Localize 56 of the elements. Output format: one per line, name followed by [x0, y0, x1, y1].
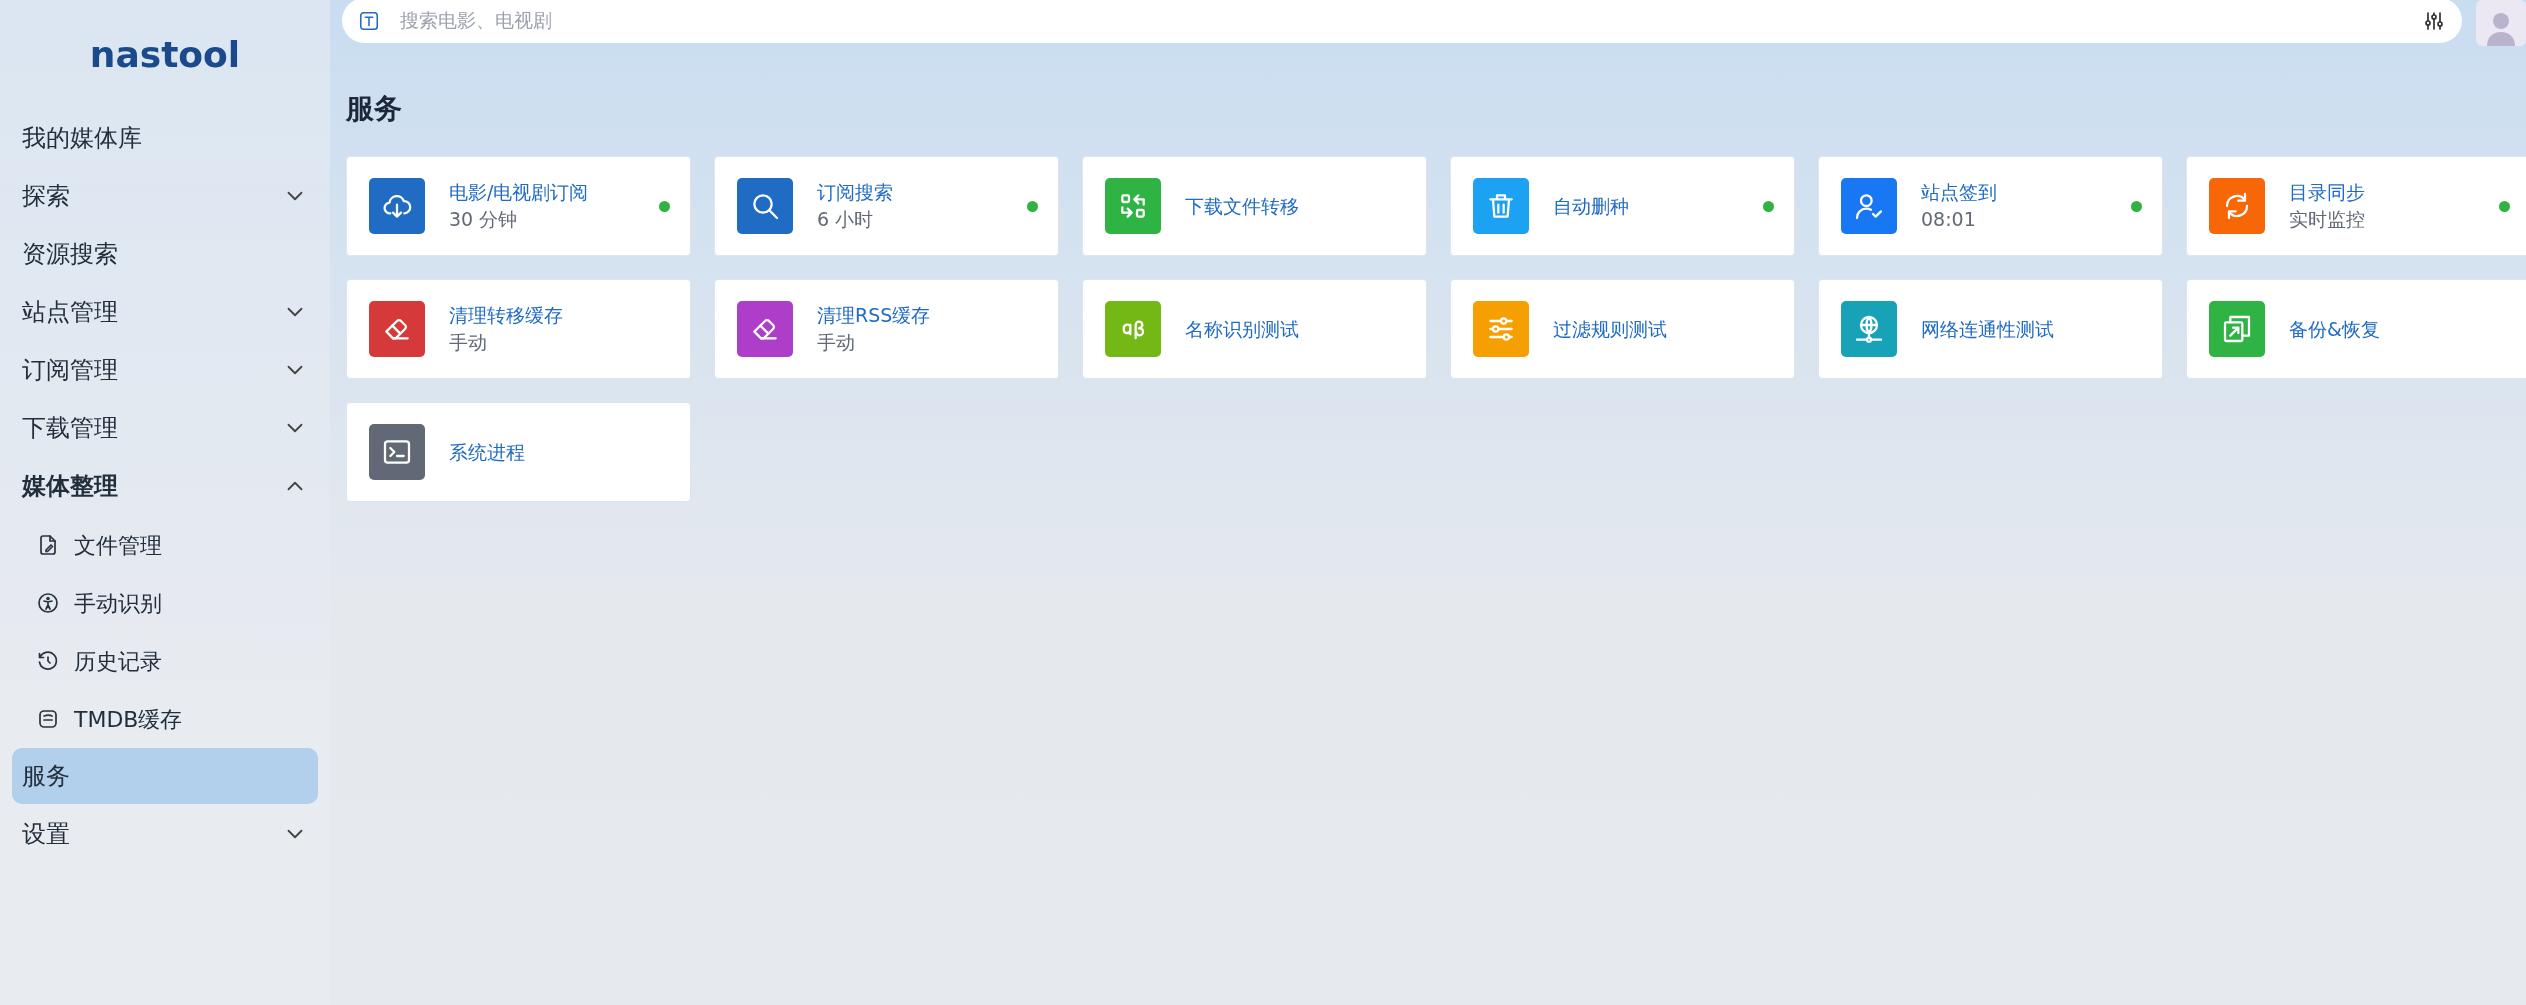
- service-card[interactable]: 过滤规则测试: [1450, 279, 1795, 379]
- search-bar[interactable]: 搜索电影、电视剧: [342, 0, 2462, 43]
- sidebar-subitem[interactable]: 文件管理: [12, 516, 318, 574]
- service-card[interactable]: 备份&恢复: [2186, 279, 2526, 379]
- service-title: 自动删种: [1553, 193, 1630, 219]
- sidebar-item[interactable]: 媒体整理: [12, 458, 318, 514]
- service-title: 电影/电视剧订阅: [449, 180, 590, 205]
- service-title: 名称识别测试: [1185, 316, 1300, 342]
- sidebar-item[interactable]: 订阅管理: [12, 342, 318, 398]
- service-title: 订阅搜索: [817, 180, 894, 205]
- search-field[interactable]: 搜索电影、电视剧: [398, 5, 2404, 36]
- sidebar-subitem[interactable]: 手动识别: [12, 574, 318, 632]
- sidebar-item[interactable]: 探索: [12, 168, 318, 224]
- service-card[interactable]: 名称识别测试: [1082, 279, 1427, 379]
- service-title: 系统进程: [449, 439, 526, 465]
- service-card[interactable]: 清理RSS缓存 手动: [714, 279, 1059, 379]
- sidebar-item[interactable]: 资源搜索: [12, 226, 318, 282]
- service-title: 备份&恢复: [2289, 316, 2381, 342]
- service-card[interactable]: 网络连通性测试: [1818, 279, 2163, 379]
- service-card[interactable]: 目录同步 实时监控: [2186, 156, 2526, 256]
- sidebar-item[interactable]: 站点管理: [12, 284, 318, 340]
- backup-icon: [2221, 313, 2253, 345]
- service-card[interactable]: 站点签到 08:01: [1818, 156, 2163, 256]
- service-card[interactable]: 清理转移缓存 手动: [346, 279, 691, 379]
- history-icon: [36, 649, 60, 673]
- avatar[interactable]: [2476, 0, 2526, 46]
- service-title: 过滤规则测试: [1553, 316, 1668, 342]
- service-schedule: 手动: [817, 330, 856, 355]
- service-card[interactable]: 系统进程: [346, 402, 691, 502]
- network-globe-icon: [1853, 313, 1885, 345]
- text-box-icon: [358, 9, 380, 32]
- service-schedule: 手动: [449, 330, 488, 355]
- logo: nastool: [89, 37, 241, 73]
- sidebar-subitem[interactable]: TMDB缓存: [12, 690, 318, 748]
- sidebar-subitem[interactable]: 历史记录: [12, 632, 318, 690]
- service-title: 清理转移缓存: [449, 303, 564, 328]
- service-title: 网络连通性测试: [1921, 316, 2055, 342]
- service-card[interactable]: 下载文件转移: [1082, 156, 1427, 256]
- card-icon: [36, 707, 60, 731]
- service-card[interactable]: 订阅搜索 6 小时: [714, 156, 1059, 256]
- sidebar-item[interactable]: 我的媒体库: [12, 110, 318, 166]
- service-schedule: 实时监控: [2289, 207, 2366, 232]
- service-title: 下载文件转移: [1185, 193, 1300, 219]
- service-title: 清理RSS缓存: [817, 303, 932, 328]
- service-title: 目录同步: [2289, 180, 2366, 205]
- sidebar-item[interactable]: 设置: [12, 806, 318, 862]
- service-card[interactable]: 电影/电视剧订阅 30 分钟: [346, 156, 691, 256]
- service-schedule: 6 小时: [817, 207, 875, 232]
- accessibility-icon: [36, 591, 60, 615]
- service-card[interactable]: 自动删种: [1450, 156, 1795, 256]
- service-schedule: 08:01: [1921, 207, 1977, 232]
- sidebar-item[interactable]: 下载管理: [12, 400, 318, 456]
- service-title: 站点签到: [1921, 180, 1998, 205]
- page-title: 服务: [346, 91, 403, 127]
- sidebar-item[interactable]: 服务: [12, 748, 318, 804]
- service-schedule: 30 分钟: [449, 207, 519, 232]
